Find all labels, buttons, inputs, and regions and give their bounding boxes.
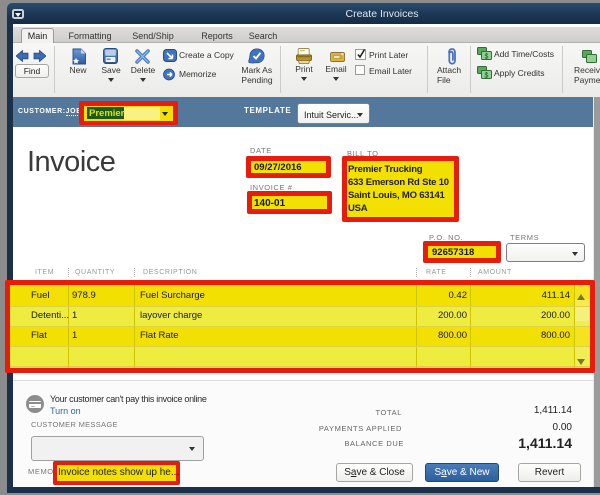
svg-text:$: $ xyxy=(485,73,489,80)
svg-text:$: $ xyxy=(485,53,489,60)
